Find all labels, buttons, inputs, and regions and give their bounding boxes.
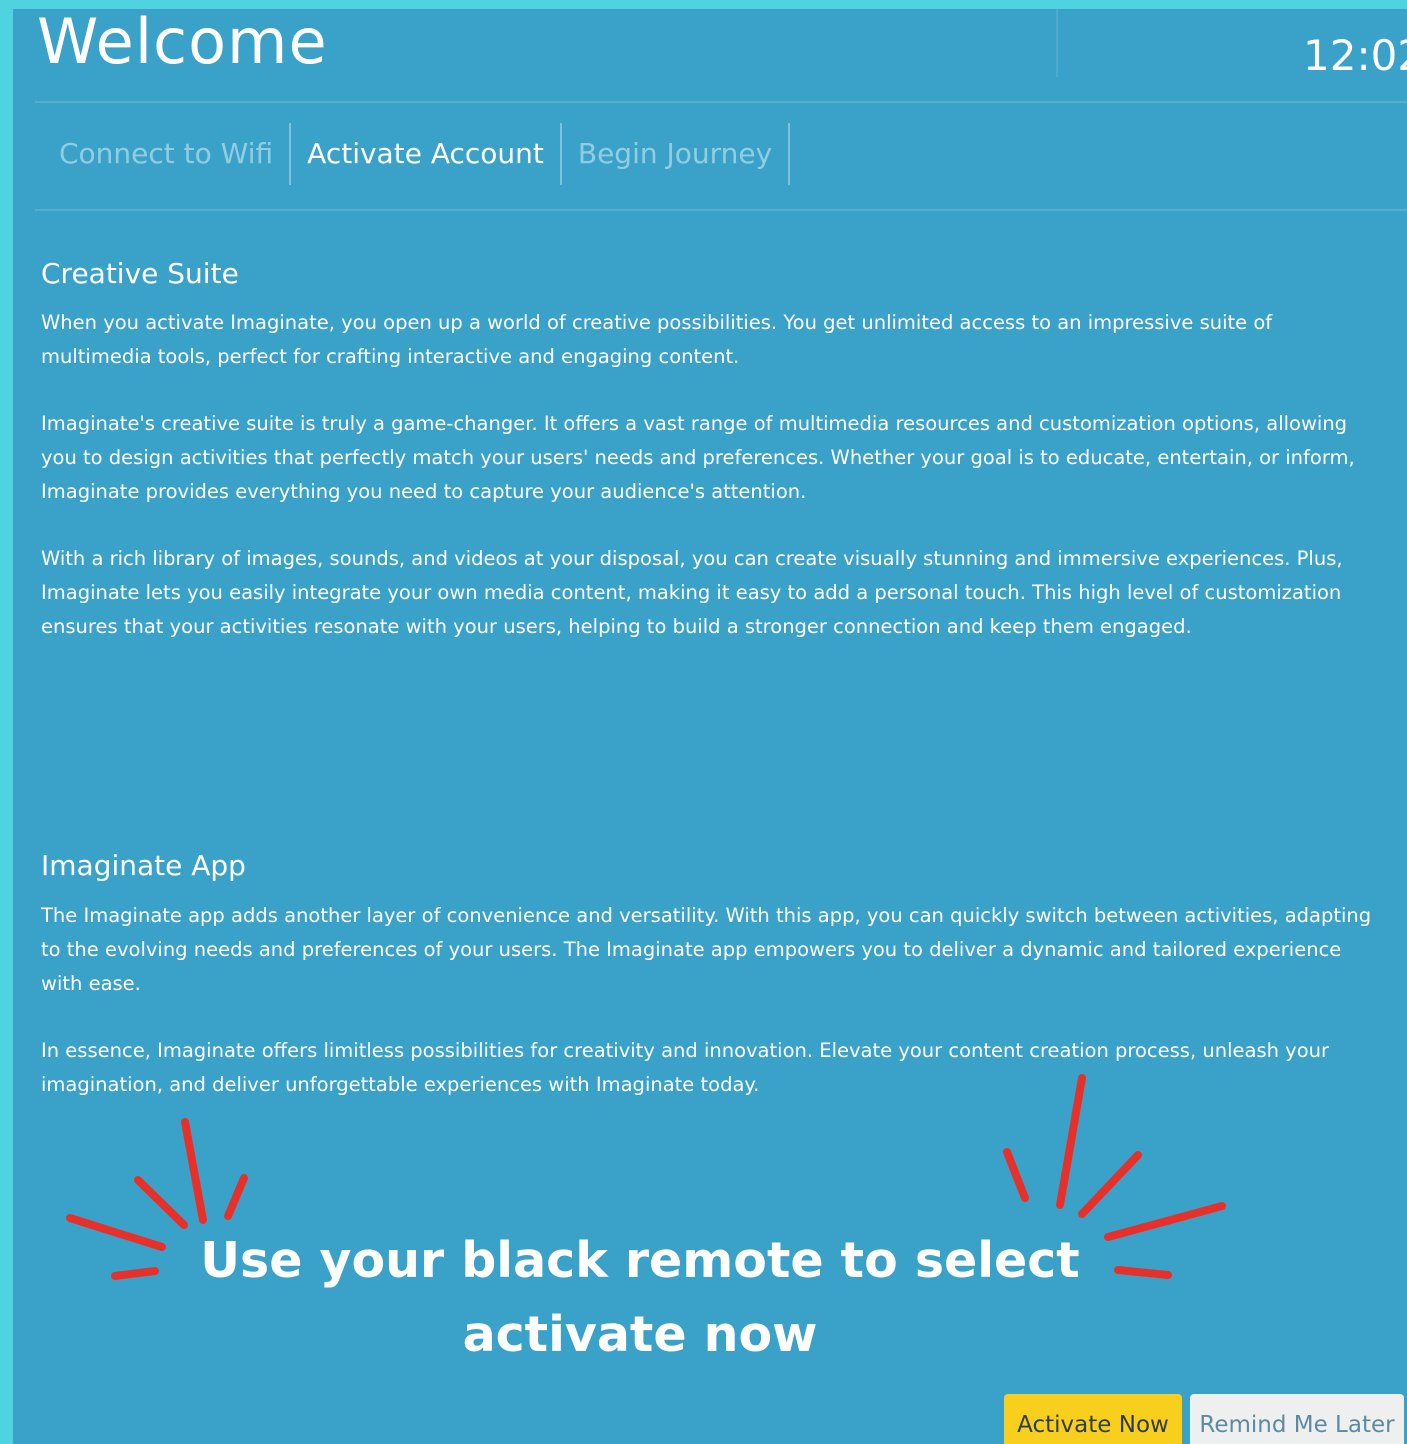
instruction-line: activate now [462,1306,818,1363]
tab-activate-account[interactable]: Activate Account [291,123,562,185]
activate-now-button[interactable]: Activate Now [1004,1394,1182,1444]
instruction-line: Use your black remote to select [200,1232,1080,1289]
tab-begin-journey[interactable]: Begin Journey [562,123,791,185]
remind-me-later-button[interactable]: Remind Me Later [1190,1394,1404,1444]
tab-connect-to-wifi[interactable]: Connect to Wifi [43,123,292,185]
paragraph: Imaginate's creative suite is truly a ga… [41,412,1355,503]
divider-top [35,101,1407,103]
paragraph: In essence, Imaginate offers limitless p… [41,1039,1330,1096]
divider-bottom [35,209,1407,211]
section-title-imaginate-app: Imaginate App [41,849,246,882]
paragraph: With a rich library of images, sounds, a… [41,547,1343,638]
remote-instruction: Use your black remote to select activate… [130,1224,1150,1372]
section-title-creative-suite: Creative Suite [41,257,239,290]
paragraph: When you activate Imaginate, you open up… [41,311,1273,368]
header-divider [1056,9,1058,77]
page-title: Welcome [37,9,328,78]
clock: 12:02 [1303,31,1407,80]
paragraph: The Imaginate app adds another layer of … [41,904,1372,995]
setup-steps: Connect to Wifi Activate Account Begin J… [43,123,791,185]
